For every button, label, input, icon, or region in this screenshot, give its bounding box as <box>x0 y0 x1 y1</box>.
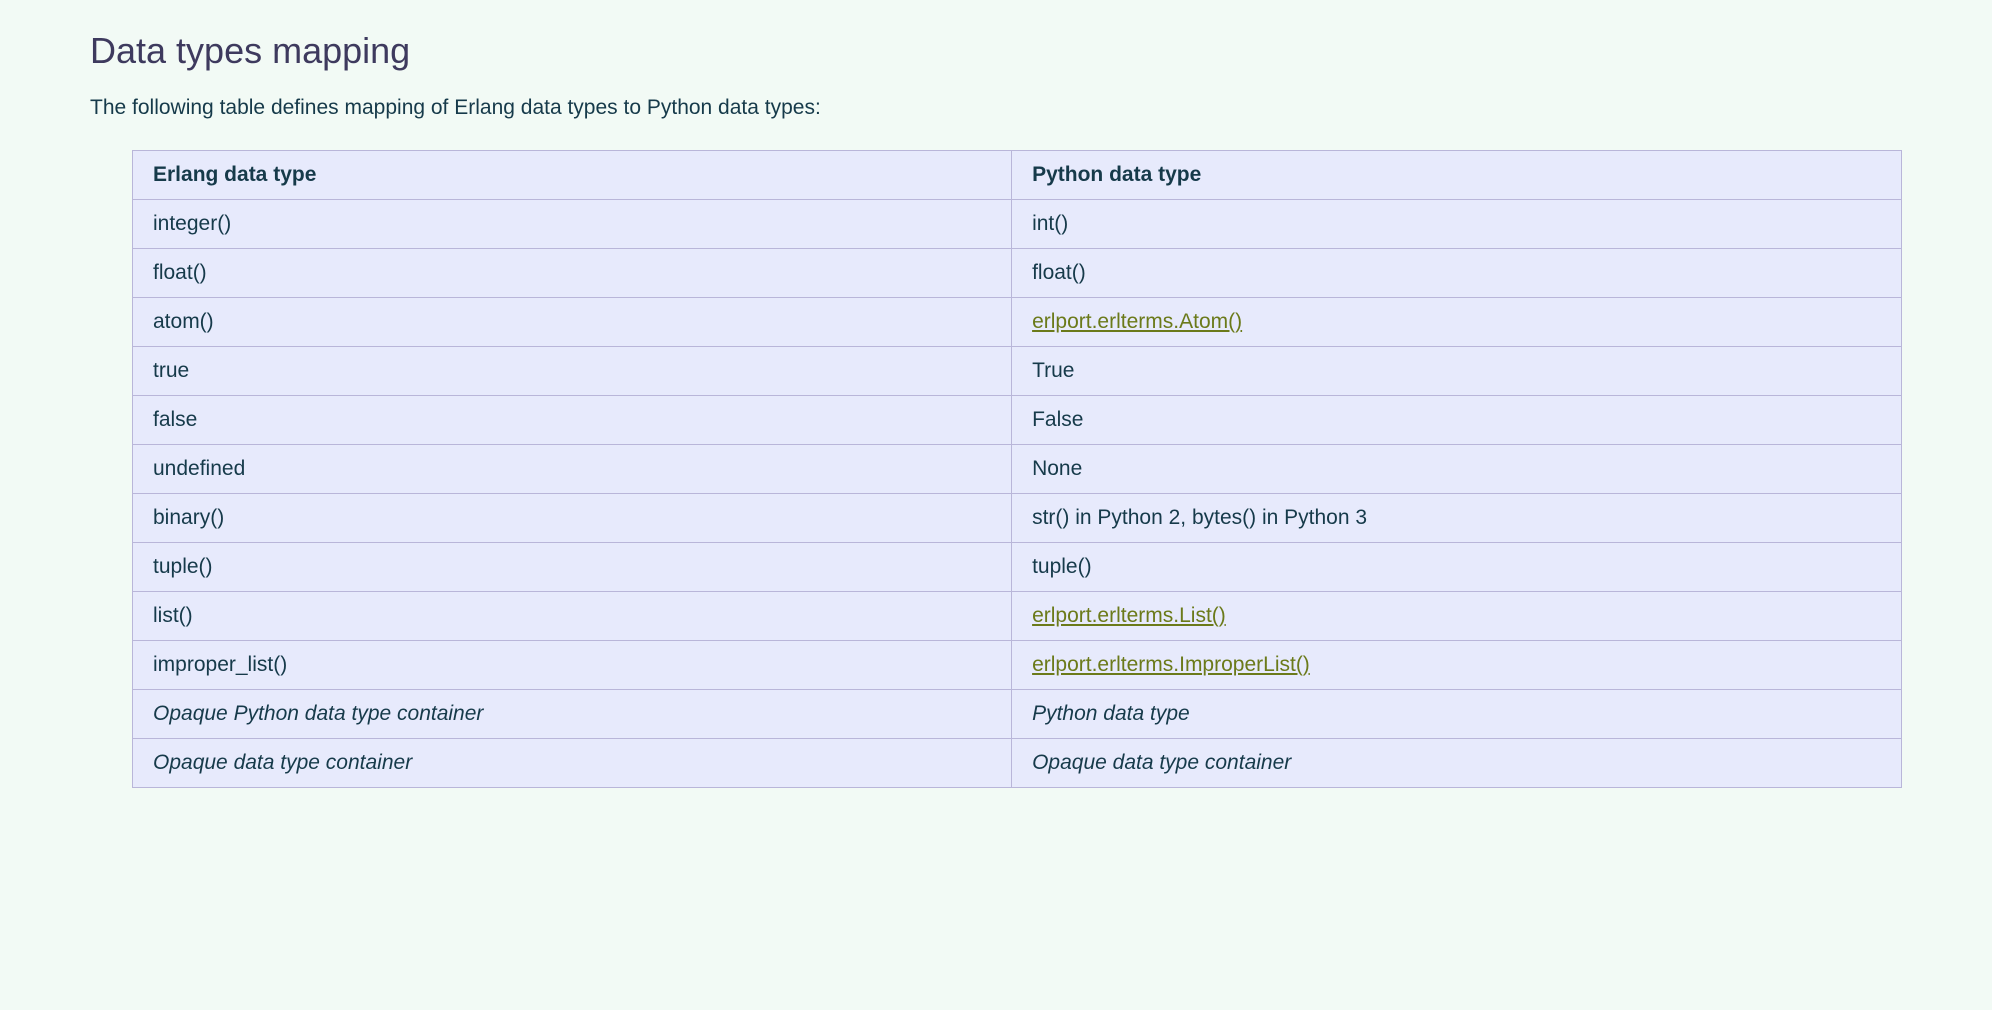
cell-python: None <box>1012 445 1902 494</box>
cell-erlang: integer() <box>133 200 1012 249</box>
table-row: atom() erlport.erlterms.Atom() <box>133 298 1902 347</box>
cell-python: float() <box>1012 249 1902 298</box>
table-row: binary()str() in Python 2, bytes() in Py… <box>133 494 1902 543</box>
table-row: falseFalse <box>133 396 1902 445</box>
cell-python: erlport.erlterms.ImproperList() <box>1012 641 1902 690</box>
table-row: improper_list() erlport.erlterms.Improper… <box>133 641 1902 690</box>
cell-python: erlport.erlterms.Atom() <box>1012 298 1902 347</box>
table-row: Opaque data type containerOpaque data ty… <box>133 739 1902 788</box>
cell-python: Python data type <box>1012 690 1902 739</box>
python-type-link[interactable]: erlport.erlterms.ImproperList() <box>1032 653 1310 676</box>
table-row: undefinedNone <box>133 445 1902 494</box>
cell-python: False <box>1012 396 1902 445</box>
cell-erlang: true <box>133 347 1012 396</box>
cell-erlang: float() <box>133 249 1012 298</box>
table-row: trueTrue <box>133 347 1902 396</box>
cell-python: str() in Python 2, bytes() in Python 3 <box>1012 494 1902 543</box>
table-row: float()float() <box>133 249 1902 298</box>
data-types-table: Erlang data type Python data type intege… <box>132 150 1902 788</box>
table-row: list() erlport.erlterms.List() <box>133 592 1902 641</box>
table-row: Opaque Python data type containerPython … <box>133 690 1902 739</box>
header-erlang: Erlang data type <box>133 151 1012 200</box>
cell-erlang: list() <box>133 592 1012 641</box>
cell-erlang: tuple() <box>133 543 1012 592</box>
table-row: integer()int() <box>133 200 1902 249</box>
cell-erlang: Opaque Python data type container <box>133 690 1012 739</box>
cell-erlang: false <box>133 396 1012 445</box>
header-python: Python data type <box>1012 151 1902 200</box>
cell-erlang: improper_list() <box>133 641 1012 690</box>
python-type-link[interactable]: erlport.erlterms.List() <box>1032 604 1226 627</box>
cell-erlang: undefined <box>133 445 1012 494</box>
cell-python: True <box>1012 347 1902 396</box>
cell-erlang: binary() <box>133 494 1012 543</box>
cell-python: int() <box>1012 200 1902 249</box>
table-header-row: Erlang data type Python data type <box>133 151 1902 200</box>
intro-text: The following table defines mapping of E… <box>90 96 1902 120</box>
cell-erlang: atom() <box>133 298 1012 347</box>
section-heading: Data types mapping <box>90 30 1902 72</box>
cell-python: Opaque data type container <box>1012 739 1902 788</box>
cell-python: erlport.erlterms.List() <box>1012 592 1902 641</box>
cell-python: tuple() <box>1012 543 1902 592</box>
table-container: Erlang data type Python data type intege… <box>90 150 1902 788</box>
python-type-link[interactable]: erlport.erlterms.Atom() <box>1032 310 1242 333</box>
cell-erlang: Opaque data type container <box>133 739 1012 788</box>
table-row: tuple()tuple() <box>133 543 1902 592</box>
